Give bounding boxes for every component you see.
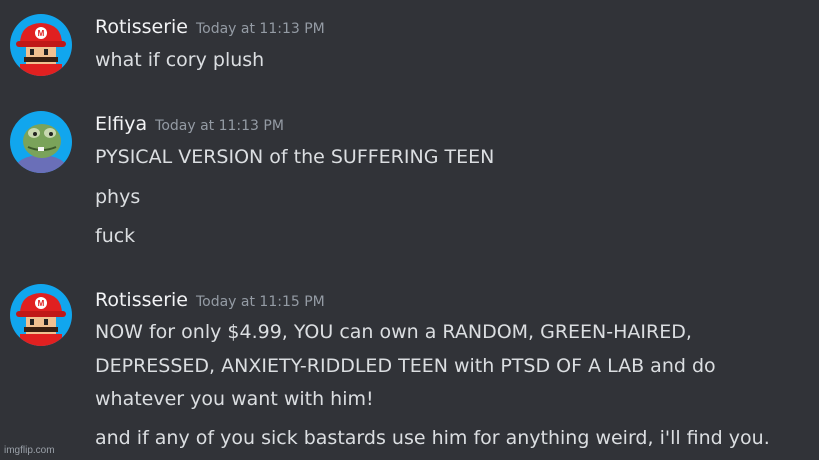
timestamp[interactable]: Today at 11:13 PM [155,118,284,134]
message-text: phys [95,186,141,208]
frog-avatar-icon [10,111,72,173]
avatar[interactable]: M [10,284,72,346]
message-text: PYSICAL VERSION of the SUFFERING TEEN [95,146,495,168]
svg-text:M: M [38,299,45,308]
username[interactable]: Elfiya [95,113,147,135]
timestamp[interactable]: Today at 11:15 PM [196,294,325,310]
svg-text:M: M [38,29,45,38]
avatar[interactable]: M [10,14,72,76]
username[interactable]: Rotisserie [95,16,188,38]
mario-avatar-icon: M [10,14,72,76]
imgflip-watermark: imgflip.com [4,445,55,456]
avatar[interactable] [10,111,72,173]
message-text: and if any of you sick bastards use him … [95,427,770,449]
mario-avatar-icon: M [10,284,72,346]
message-text: whatever you want with him! [95,388,374,410]
message-text: fuck [95,225,136,247]
timestamp[interactable]: Today at 11:13 PM [196,21,325,37]
username[interactable]: Rotisserie [95,289,188,311]
message-text: what if cory plush [95,49,265,71]
message-text: NOW for only $4.99, YOU can own a RANDOM… [95,321,692,343]
message-text: DEPRESSED, ANXIETY-RIDDLED TEEN with PTS… [95,355,716,377]
